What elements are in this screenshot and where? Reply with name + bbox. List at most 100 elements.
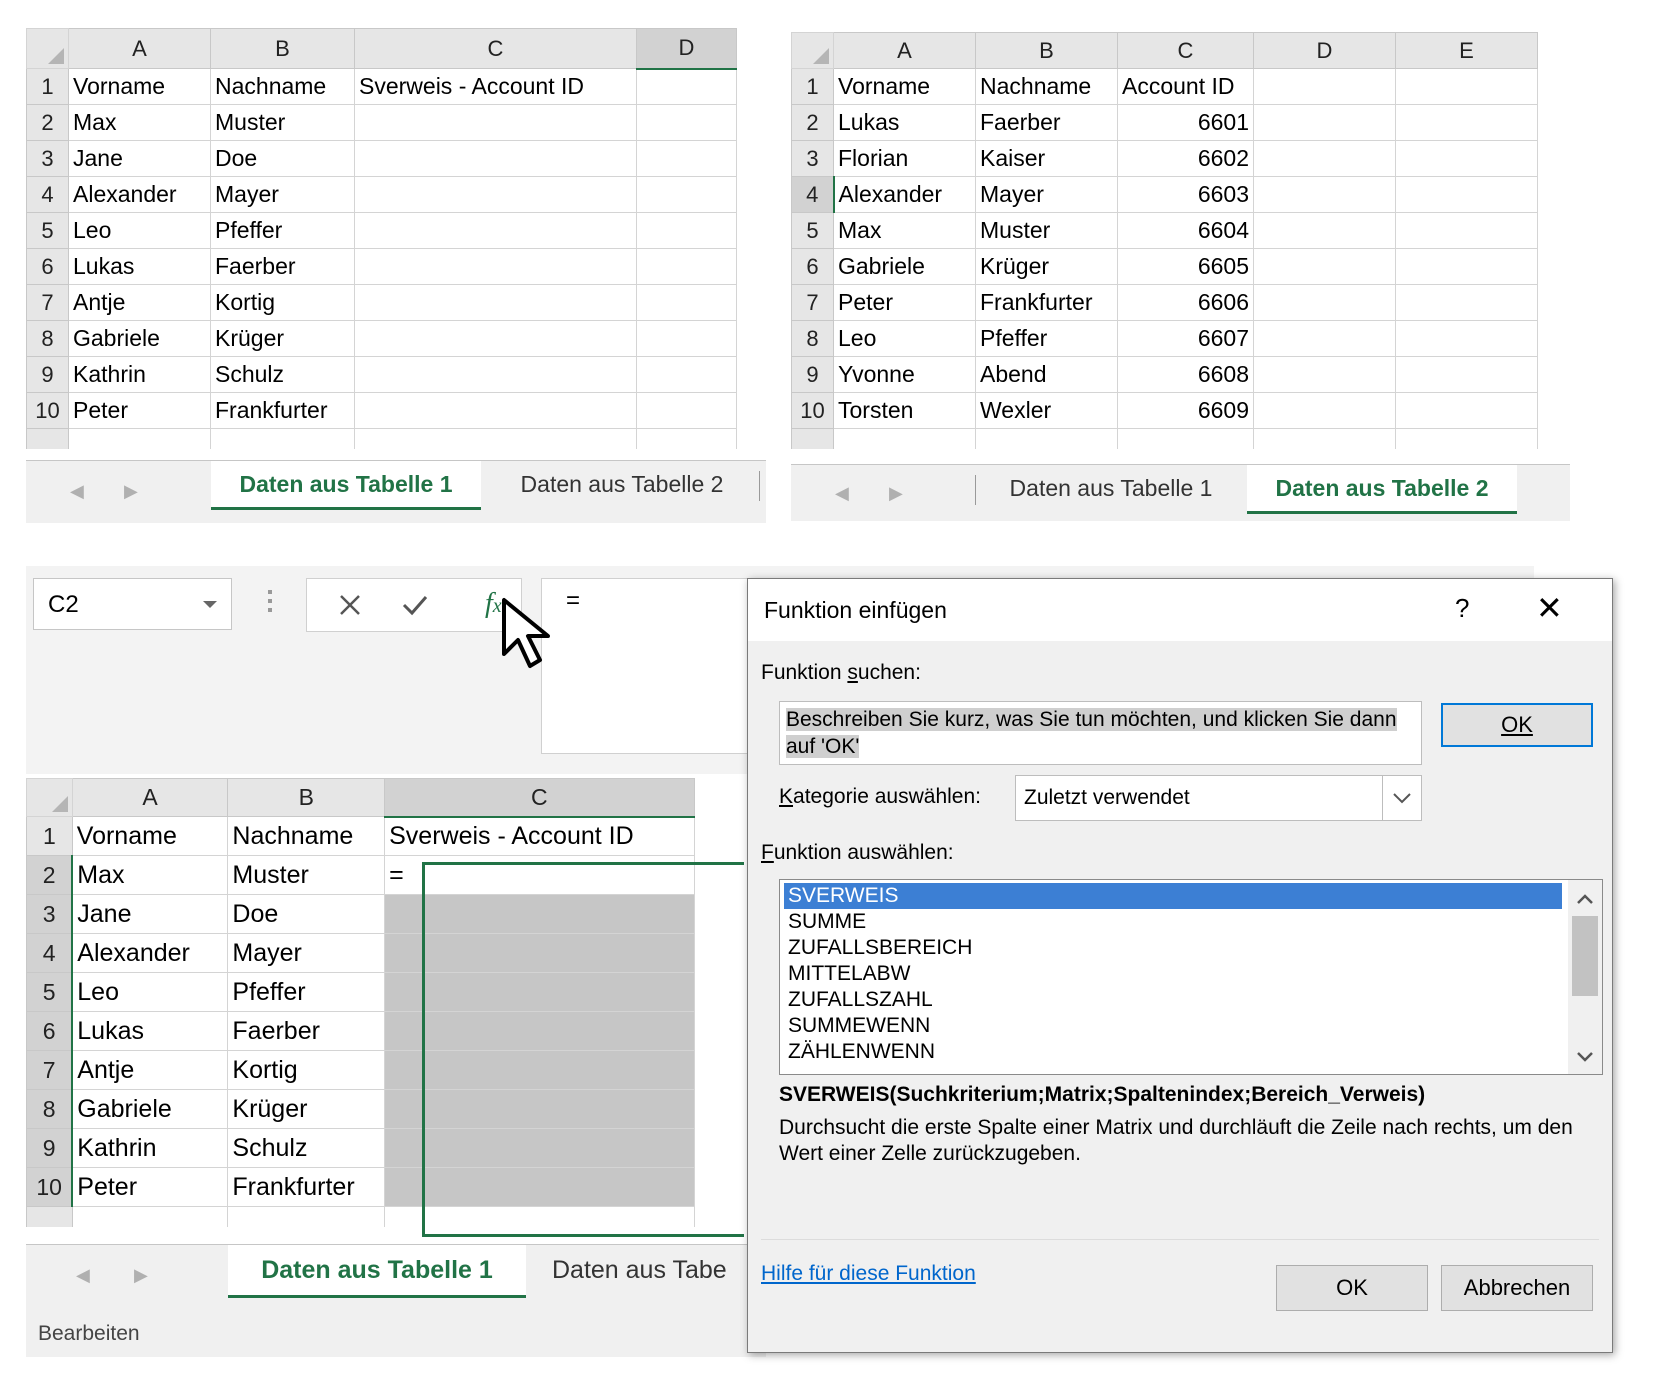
cell-a6[interactable]: Gabriele: [833, 248, 976, 285]
x-icon[interactable]: [337, 592, 363, 618]
list-item[interactable]: ZUFALLSZAHL: [784, 987, 1562, 1013]
cell-b7[interactable]: Kortig: [210, 284, 355, 321]
row-header[interactable]: 2: [26, 855, 74, 895]
cell-c4[interactable]: 6603: [1117, 176, 1254, 213]
select-all-corner[interactable]: [791, 32, 834, 69]
cell-b7[interactable]: Frankfurter: [975, 284, 1118, 321]
column-header-b[interactable]: B: [210, 28, 355, 69]
cell-b2[interactable]: Faerber: [975, 104, 1118, 141]
cell-d6[interactable]: [1253, 248, 1396, 285]
cell-d9[interactable]: [1253, 356, 1396, 393]
cell-a7[interactable]: Antje: [71, 1050, 229, 1090]
column-header-c[interactable]: C: [354, 28, 637, 69]
cell-e6[interactable]: [1395, 248, 1538, 285]
cell-d4[interactable]: [1253, 176, 1396, 213]
cell-b9[interactable]: Schulz: [227, 1128, 386, 1168]
row-header[interactable]: 7: [26, 284, 69, 321]
search-ok-button[interactable]: OK: [1441, 703, 1593, 747]
help-link[interactable]: Hilfe für diese Funktion: [761, 1262, 976, 1286]
cell-c8[interactable]: 6607: [1117, 320, 1254, 357]
cell-a2[interactable]: Max: [68, 104, 211, 141]
list-item[interactable]: ZUFALLSBEREICH: [784, 935, 1562, 961]
row-header[interactable]: 9: [26, 1128, 74, 1168]
check-icon[interactable]: [401, 592, 429, 618]
cell-c1[interactable]: Sverweis - Account ID: [354, 68, 637, 105]
column-header-a[interactable]: A: [71, 778, 229, 817]
cell-c3[interactable]: [354, 140, 637, 177]
cell-b5[interactable]: Pfeffer: [210, 212, 355, 249]
cell-b10[interactable]: Frankfurter: [210, 392, 355, 429]
cell-a8[interactable]: Leo: [833, 320, 976, 357]
cell-c6[interactable]: 6605: [1117, 248, 1254, 285]
tab-scroll-right-icon[interactable]: ▶: [134, 1265, 148, 1286]
cell-d10[interactable]: [636, 392, 737, 429]
list-item[interactable]: MITTELABW: [784, 961, 1562, 987]
close-icon[interactable]: ✕: [1536, 589, 1563, 627]
row-header[interactable]: 4: [26, 933, 74, 973]
cell-e2[interactable]: [1395, 104, 1538, 141]
scrollbar-thumb[interactable]: [1572, 916, 1598, 996]
cell-a2[interactable]: Lukas: [833, 104, 976, 141]
cell-a4[interactable]: Alexander: [833, 176, 976, 213]
function-list[interactable]: SVERWEIS SUMME ZUFALLSBEREICH MITTELABW …: [779, 879, 1603, 1075]
tab-scroll-left-icon[interactable]: ◀: [70, 481, 84, 502]
cell-e7[interactable]: [1395, 284, 1538, 321]
column-header-d[interactable]: D: [636, 28, 737, 70]
cell-c4[interactable]: [354, 176, 637, 213]
select-all-corner[interactable]: [26, 28, 69, 69]
cell-e1[interactable]: [1395, 68, 1538, 105]
cell-a6[interactable]: Lukas: [68, 248, 211, 285]
cell-b8[interactable]: Pfeffer: [975, 320, 1118, 357]
cell-b10[interactable]: Frankfurter: [227, 1167, 386, 1207]
row-header[interactable]: 6: [26, 248, 69, 285]
cell-a1[interactable]: Vorname: [68, 68, 211, 105]
cell-e4[interactable]: [1395, 176, 1538, 213]
cell-c10[interactable]: 6609: [1117, 392, 1254, 429]
cell-b4[interactable]: Mayer: [210, 176, 355, 213]
cell-c9[interactable]: [354, 356, 637, 393]
row-header[interactable]: 4: [791, 176, 835, 213]
cell-a5[interactable]: Max: [833, 212, 976, 249]
row-header[interactable]: 1: [791, 68, 834, 105]
row-header[interactable]: 10: [26, 392, 69, 429]
row-header[interactable]: 10: [26, 1167, 74, 1207]
cell-a9[interactable]: Yvonne: [833, 356, 976, 393]
tab-scroll-left-icon[interactable]: ◀: [76, 1265, 90, 1286]
cell-b1[interactable]: Nachname: [210, 68, 355, 105]
row-header[interactable]: 5: [26, 212, 69, 249]
help-button[interactable]: ?: [1455, 593, 1469, 624]
chevron-down-icon[interactable]: [203, 601, 217, 608]
cell-d3[interactable]: [636, 140, 737, 177]
list-item[interactable]: SVERWEIS: [784, 883, 1562, 909]
select-all-corner[interactable]: [26, 778, 73, 817]
row-header[interactable]: 9: [791, 356, 834, 393]
tab-daten-tabelle-2[interactable]: Daten aus Tabelle 2: [482, 461, 762, 507]
cell-d5[interactable]: [636, 212, 737, 249]
cell-a10[interactable]: Peter: [68, 392, 211, 429]
cell-c7[interactable]: 6606: [1117, 284, 1254, 321]
ok-button[interactable]: OK: [1276, 1265, 1428, 1311]
row-header[interactable]: 7: [26, 1050, 74, 1090]
cell-d8[interactable]: [1253, 320, 1396, 357]
column-header-e[interactable]: E: [1395, 32, 1538, 69]
cell-b8[interactable]: Krüger: [227, 1089, 386, 1129]
cell-a7[interactable]: Antje: [68, 284, 211, 321]
cell-b8[interactable]: Krüger: [210, 320, 355, 357]
cell-a9[interactable]: Kathrin: [71, 1128, 229, 1168]
row-header[interactable]: 3: [791, 140, 834, 177]
column-header-b[interactable]: B: [227, 778, 386, 817]
cancel-button[interactable]: Abbrechen: [1441, 1265, 1593, 1311]
cell-e5[interactable]: [1395, 212, 1538, 249]
row-header[interactable]: 8: [791, 320, 834, 357]
cell-b2[interactable]: Muster: [210, 104, 355, 141]
cell-b6[interactable]: Faerber: [210, 248, 355, 285]
cell-c2[interactable]: [354, 104, 637, 141]
cell-d6[interactable]: [636, 248, 737, 285]
cell-b6[interactable]: Krüger: [975, 248, 1118, 285]
column-header-c[interactable]: C: [384, 778, 695, 818]
cell-e9[interactable]: [1395, 356, 1538, 393]
cell-b1[interactable]: Nachname: [975, 68, 1118, 105]
cell-d2[interactable]: [1253, 104, 1396, 141]
row-header[interactable]: 3: [26, 140, 69, 177]
cell-b1[interactable]: Nachname: [227, 816, 386, 856]
